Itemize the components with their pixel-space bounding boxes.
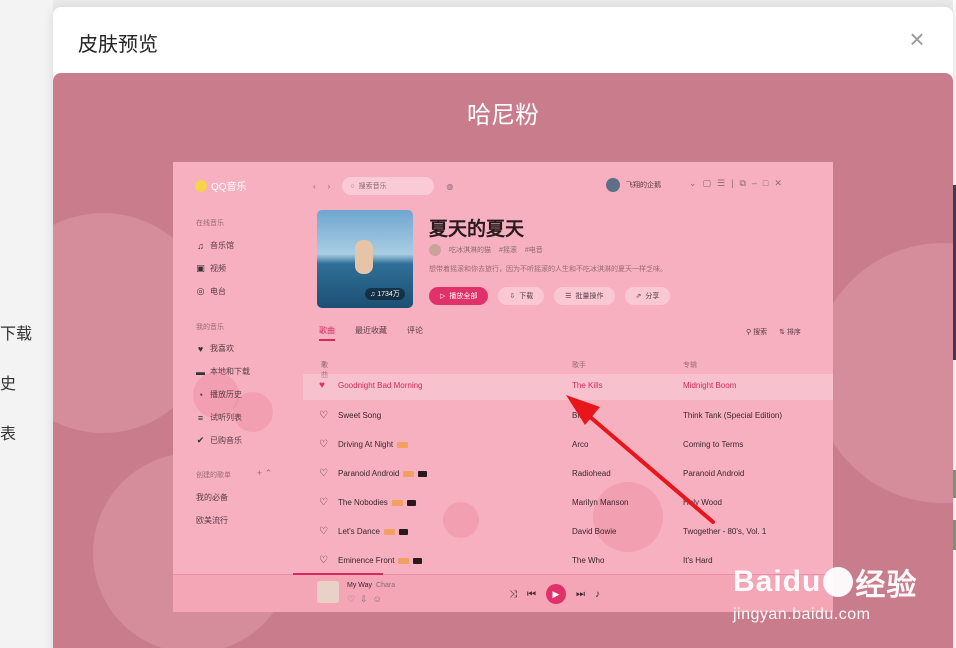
- annotation-arrow: [566, 395, 715, 524]
- baidu-paw-logo: [823, 567, 854, 597]
- watermark-url: jingyan.baidu.com: [733, 606, 871, 623]
- baidu-watermark: Baidu 经验 jingyan.baidu.com: [733, 565, 918, 623]
